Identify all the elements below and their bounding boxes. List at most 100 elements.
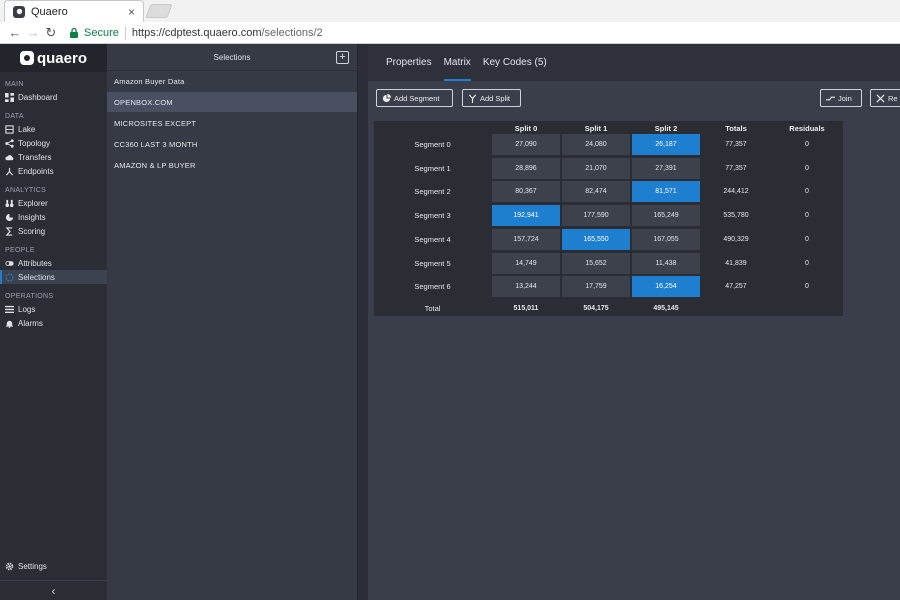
- sidebar-item-label: Attributes: [18, 258, 52, 268]
- main-content: Properties Matrix Key Codes (5) Add Segm…: [368, 44, 900, 600]
- url-path: /selections/2: [261, 26, 323, 39]
- brand-logo[interactable]: quaero: [0, 44, 107, 72]
- sidebar-item-attributes[interactable]: Attributes: [0, 256, 107, 270]
- address-bar[interactable]: Secure https://cdptest.quaero.com/select…: [68, 24, 323, 42]
- matrix-cell[interactable]: 15,652: [561, 251, 631, 275]
- sidebar-item-insights[interactable]: Insights: [0, 210, 107, 224]
- matrix-cell[interactable]: 80,367: [491, 180, 561, 204]
- row-residual: 0: [805, 259, 809, 267]
- matrix-cell[interactable]: 165,249: [631, 204, 701, 228]
- sidebar-item-label: Selections: [18, 272, 55, 282]
- segment-label: Segment 3: [414, 211, 451, 221]
- content-tabs: Properties Matrix Key Codes (5): [368, 44, 900, 81]
- sidebar-item-endpoints[interactable]: Endpoints: [0, 164, 107, 178]
- matrix-cell[interactable]: 16,254: [631, 275, 701, 299]
- tab-matrix[interactable]: Matrix: [443, 44, 472, 81]
- sidebar-item-label: Alarms: [18, 318, 43, 328]
- selections-title: Selections: [213, 52, 251, 62]
- row-residual: 0: [805, 212, 809, 220]
- matrix-cell[interactable]: 81,571: [631, 180, 701, 204]
- url-separator: [124, 25, 126, 40]
- reset-button[interactable]: Re: [870, 89, 900, 107]
- segment-label: Segment 6: [414, 282, 451, 292]
- selections-header: Selections +: [107, 44, 357, 71]
- sidebar-item-label: Insights: [18, 212, 46, 222]
- column-total: 515,011: [513, 304, 539, 312]
- secure-label: Secure: [84, 26, 119, 39]
- matrix-cell[interactable]: 14,749: [491, 251, 561, 275]
- selection-item[interactable]: MICROSITES EXCEPT: [107, 113, 357, 133]
- sidebar-item-explorer[interactable]: Explorer: [0, 196, 107, 210]
- segment-label: Segment 5: [414, 258, 451, 268]
- matrix-cell[interactable]: 82,474: [561, 180, 631, 204]
- matrix-cell[interactable]: 21,070: [561, 156, 631, 180]
- matrix-cell[interactable]: 26,187: [631, 133, 701, 156]
- list-icon: [5, 305, 14, 314]
- selection-item[interactable]: AMAZON & LP BUYER: [107, 155, 357, 175]
- nav-section-operations: Operations: [5, 293, 54, 300]
- segment-label: Segment 0: [414, 140, 451, 149]
- segment-label: Segment 4: [414, 234, 451, 244]
- url-host: https://cdptest.quaero.com: [131, 26, 262, 39]
- matrix-cell[interactable]: 27,090: [491, 133, 561, 156]
- selection-item[interactable]: OPENBOX.COM: [107, 92, 357, 112]
- matrix-cell[interactable]: 157,724: [491, 227, 561, 251]
- selections-panel: Selections + Amazon Buyer Data OPENBOX.CO…: [107, 44, 358, 600]
- sidebar-item-dashboard[interactable]: Dashboard: [0, 90, 107, 104]
- matrix-cell[interactable]: 165,550: [561, 227, 631, 251]
- add-segment-button[interactable]: Add Segment: [376, 89, 453, 107]
- back-arrow-icon[interactable]: ←: [6, 25, 24, 40]
- browser-tabstrip: Quaero ×: [0, 0, 900, 22]
- browser-toolbar: ← → ↻ Secure https://cdptest.quaero.com/…: [0, 22, 900, 44]
- sidebar-item-topology[interactable]: Topology: [0, 136, 107, 150]
- selection-item[interactable]: CC360 LAST 3 MONTH: [107, 134, 357, 154]
- browser-tab[interactable]: Quaero ×: [4, 0, 144, 22]
- matrix-cell[interactable]: 192,941: [491, 204, 561, 228]
- sidebar-item-label: Topology: [18, 138, 51, 148]
- sidebar-item-lake[interactable]: Lake: [0, 122, 107, 136]
- sidebar-item-scoring[interactable]: Scoring: [0, 224, 107, 238]
- row-total: 77,357: [725, 141, 747, 148]
- selection-item[interactable]: Amazon Buyer Data: [107, 71, 357, 91]
- cloud-icon: [5, 153, 14, 162]
- url-text: https://cdptest.quaero.com/selections/2: [132, 27, 323, 39]
- sidebar-item-settings[interactable]: Settings: [0, 559, 107, 573]
- matrix-cell[interactable]: 24,080: [561, 133, 631, 156]
- matrix-cell[interactable]: 167,055: [631, 227, 701, 251]
- matrix-cell[interactable]: 11,438: [631, 251, 701, 275]
- tab-title: Quaero: [31, 5, 68, 18]
- sidebar-item-transfers[interactable]: Transfers: [0, 150, 107, 164]
- join-button[interactable]: Join: [820, 89, 862, 107]
- collapse-sidebar-button[interactable]: ‹: [0, 580, 107, 600]
- matrix-row: Segment 4 157,724 165,550 167,055 490,329 0: [374, 227, 843, 251]
- add-split-button[interactable]: Add Split: [462, 89, 521, 107]
- row-residual: 0: [805, 283, 809, 291]
- sidebar-item-label: Transfers: [18, 152, 52, 162]
- matrix-cell[interactable]: 177,590: [561, 204, 631, 228]
- matrix-cell[interactable]: 27,391: [631, 156, 701, 180]
- brand-name: quaero: [36, 49, 87, 67]
- tab-close-icon[interactable]: ×: [128, 5, 135, 19]
- lock-icon: [70, 27, 78, 38]
- add-selection-button[interactable]: +: [336, 51, 349, 64]
- column-total: 504,175: [583, 304, 609, 312]
- sidebar-item-label: Dashboard: [18, 92, 58, 102]
- row-total: 77,357: [725, 164, 747, 172]
- matrix-cell[interactable]: 13,244: [491, 275, 561, 299]
- tab-properties[interactable]: Properties: [386, 44, 432, 81]
- reload-icon[interactable]: ↻: [42, 25, 60, 41]
- sidebar-item-selections[interactable]: Selections: [0, 270, 107, 284]
- matrix-cell[interactable]: 28,896: [491, 156, 561, 180]
- tab-key-codes[interactable]: Key Codes (5): [483, 44, 547, 81]
- quaero-logo-icon: [19, 51, 34, 65]
- segment-label: Segment 2: [414, 187, 451, 197]
- forward-arrow-icon[interactable]: →: [24, 25, 42, 40]
- sidebar-item-logs[interactable]: Logs: [0, 302, 107, 316]
- new-tab-button[interactable]: [145, 4, 173, 18]
- shuffle-icon: [876, 93, 885, 103]
- sidebar-item-alarms[interactable]: Alarms: [0, 316, 107, 330]
- bell-icon: [5, 319, 14, 328]
- segment-label: Segment 1: [414, 163, 451, 173]
- panel-divider[interactable]: [358, 44, 368, 600]
- matrix-cell[interactable]: 17,759: [561, 275, 631, 299]
